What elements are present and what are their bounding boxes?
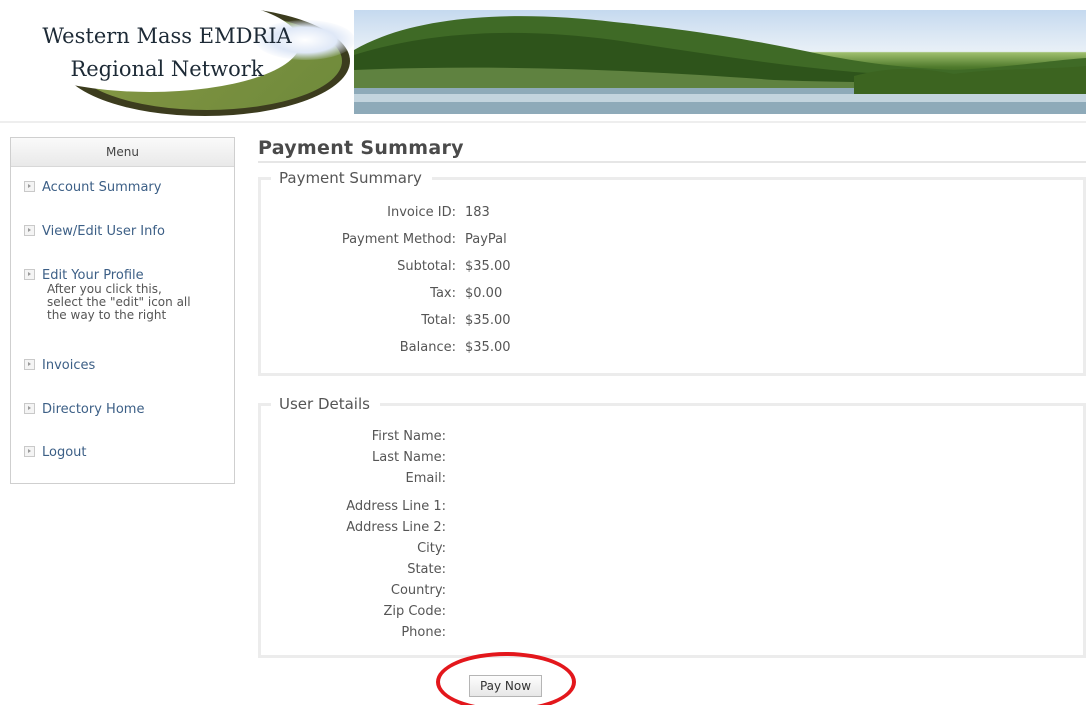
sidebar-item-edit-profile[interactable]: Edit Your Profile After you click this, …	[24, 268, 191, 322]
field-label: Email:	[405, 471, 446, 486]
edit-profile-note-line: the way to the right	[47, 308, 167, 322]
field-label: Country:	[390, 583, 446, 598]
field-label: Invoice ID:	[387, 205, 456, 220]
arrow-right-box-icon	[24, 359, 35, 370]
arrow-right-box-icon	[24, 269, 35, 280]
field-label: Total:	[421, 313, 456, 328]
sidebar-item-invoices[interactable]: Invoices	[24, 358, 95, 373]
header-banner-image	[354, 10, 1086, 114]
sidebar-item-label: Invoices	[42, 358, 96, 373]
user-details-legend: User Details	[271, 394, 380, 414]
sidebar-item-account-summary[interactable]: Account Summary	[24, 180, 161, 195]
site-logo[interactable]: Western Mass EMDRIA Regional Network	[0, 0, 360, 118]
sidebar-item-label: View/Edit User Info	[42, 224, 165, 239]
site-header: Western Mass EMDRIA Regional Network	[0, 0, 1086, 123]
total-value: $35.00	[465, 313, 511, 328]
page-title: Payment Summary	[258, 137, 464, 159]
sidebar-item-view-edit-user-info[interactable]: View/Edit User Info	[24, 224, 165, 239]
banner-landscape	[354, 16, 1086, 114]
address-line-2-row: Address Line 2:	[258, 520, 446, 538]
state-row: State:	[258, 562, 446, 580]
country-row: Country:	[258, 583, 446, 601]
balance-value: $35.00	[465, 340, 511, 355]
field-label: Address Line 1:	[346, 499, 446, 514]
logo-line-1: Western Mass EMDRIA	[42, 24, 292, 48]
field-label: Tax:	[430, 286, 456, 301]
balance-row: Balance:	[258, 340, 456, 358]
field-label: State:	[407, 562, 446, 577]
subtotal-value: $35.00	[465, 259, 511, 274]
payment-summary-legend: Payment Summary	[271, 168, 432, 188]
field-label: Payment Method:	[341, 232, 456, 247]
last-name-row: Last Name:	[258, 450, 446, 468]
payment-method-value: PayPal	[465, 232, 507, 247]
tax-value: $0.00	[465, 286, 503, 301]
phone-row: Phone:	[258, 625, 446, 643]
field-label: Last Name:	[372, 450, 446, 465]
sidebar-item-label: Logout	[42, 445, 87, 460]
total-row: Total:	[258, 313, 456, 331]
arrow-right-box-icon	[24, 446, 35, 457]
sidebar-item-logout[interactable]: Logout	[24, 445, 87, 460]
email-row: Email:	[258, 471, 446, 489]
field-label: Phone:	[401, 625, 446, 640]
logo-text: Western Mass EMDRIA Regional Network	[36, 20, 298, 86]
sidebar-item-directory-home[interactable]: Directory Home	[24, 402, 144, 417]
field-label: Zip Code:	[383, 604, 446, 619]
edit-profile-note: After you click this, select the "edit" …	[47, 283, 191, 322]
header-divider	[0, 121, 1086, 123]
address-line-1-row: Address Line 1:	[258, 499, 446, 517]
invoice-id-value: 183	[465, 205, 490, 220]
field-label: Subtotal:	[397, 259, 456, 274]
sidebar-item-label: Directory Home	[42, 402, 145, 417]
arrow-right-box-icon	[24, 225, 35, 236]
field-label: Balance:	[399, 340, 456, 355]
subtotal-row: Subtotal:	[258, 259, 456, 277]
first-name-row: First Name:	[258, 429, 446, 447]
payment-method-row: Payment Method:	[258, 232, 456, 250]
zip-code-row: Zip Code:	[258, 604, 446, 622]
arrow-right-box-icon	[24, 403, 35, 414]
field-label: First Name:	[371, 429, 446, 444]
page: Western Mass EMDRIA Regional Network Men…	[0, 0, 1086, 705]
city-row: City:	[258, 541, 446, 559]
arrow-right-box-icon	[24, 181, 35, 192]
sidebar-item-label: Account Summary	[42, 180, 162, 195]
invoice-id-row: Invoice ID:	[258, 205, 456, 223]
page-title-divider	[258, 161, 1086, 163]
sidebar-menu: Menu Account Summary View/Edit User Info…	[10, 137, 235, 484]
sidebar-title: Menu	[11, 138, 234, 167]
field-label: City:	[417, 541, 446, 556]
tax-row: Tax:	[258, 286, 456, 304]
sidebar-item-label: Edit Your Profile	[42, 268, 144, 283]
field-label: Address Line 2:	[346, 520, 446, 535]
logo-line-2: Regional Network	[70, 57, 264, 81]
pay-now-button[interactable]: Pay Now	[469, 675, 542, 697]
